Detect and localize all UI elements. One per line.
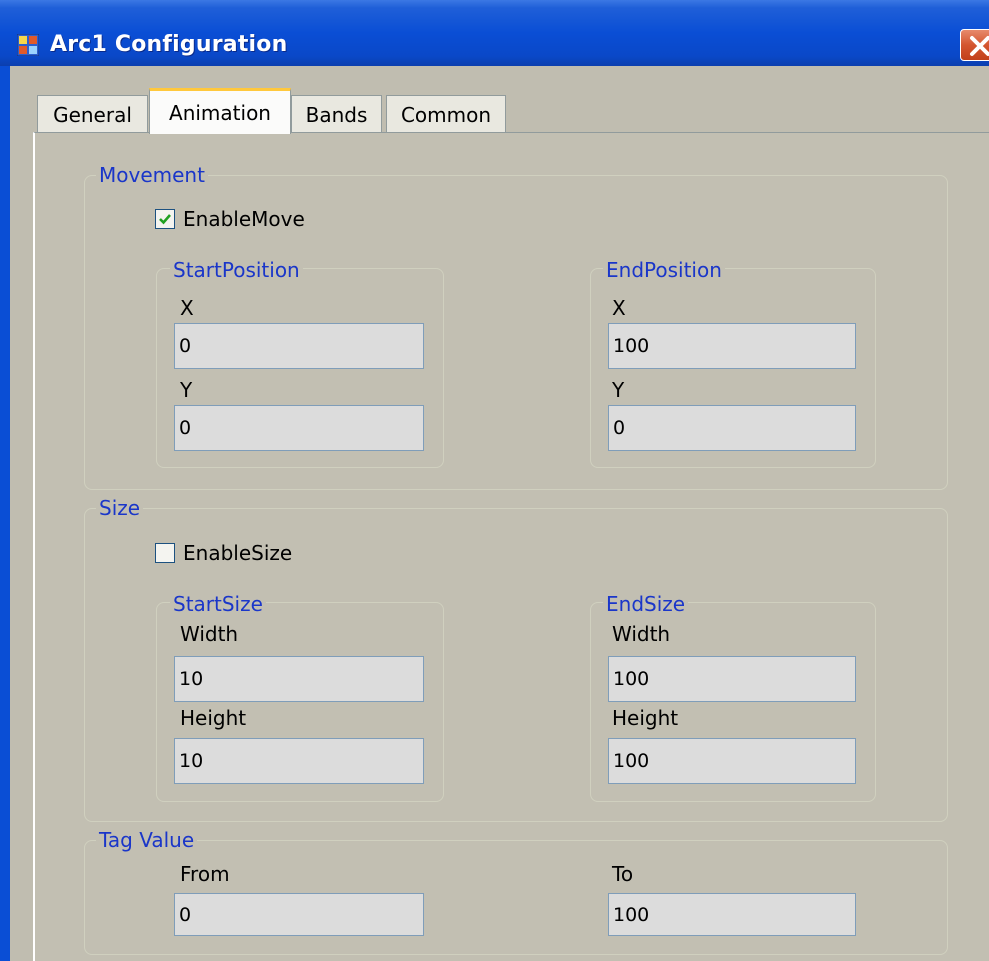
tab-general[interactable]: General xyxy=(37,95,148,133)
start-y-input[interactable] xyxy=(174,405,424,451)
close-icon xyxy=(970,36,989,56)
end-size-title: EndSize xyxy=(603,592,689,616)
to-input[interactable] xyxy=(608,893,856,936)
to-label: To xyxy=(612,862,634,886)
end-height-label: Height xyxy=(612,706,679,730)
end-x-label: X xyxy=(612,296,626,320)
from-label: From xyxy=(180,862,230,886)
enable-size-label[interactable]: EnableSize xyxy=(183,541,292,565)
from-input[interactable] xyxy=(174,893,424,936)
start-width-input[interactable] xyxy=(174,656,424,702)
start-y-label: Y xyxy=(180,378,193,402)
end-height-input[interactable] xyxy=(608,738,856,784)
tab-common[interactable]: Common xyxy=(386,95,506,133)
start-height-label: Height xyxy=(180,706,247,730)
window-title: Arc1 Configuration xyxy=(50,32,288,57)
window-frame-left xyxy=(0,66,10,961)
start-x-label: X xyxy=(180,296,194,320)
start-x-input[interactable] xyxy=(174,323,424,369)
start-height-input[interactable] xyxy=(174,738,424,784)
close-button[interactable] xyxy=(960,29,989,61)
start-width-label: Width xyxy=(180,622,239,646)
title-bar[interactable]: Arc1 Configuration xyxy=(0,0,989,66)
tag-value-group-title: Tag Value xyxy=(96,828,198,852)
end-width-input[interactable] xyxy=(608,656,856,702)
size-group-title: Size xyxy=(96,496,144,520)
end-width-label: Width xyxy=(612,622,671,646)
end-y-input[interactable] xyxy=(608,405,856,451)
checkmark-icon xyxy=(159,214,171,225)
end-position-title: EndPosition xyxy=(603,258,725,282)
tab-animation[interactable]: Animation xyxy=(149,88,291,134)
start-position-title: StartPosition xyxy=(170,258,303,282)
end-x-input[interactable] xyxy=(608,323,856,369)
enable-size-checkbox[interactable] xyxy=(155,543,175,563)
enable-move-label[interactable]: EnableMove xyxy=(183,207,305,231)
end-y-label: Y xyxy=(612,378,625,402)
app-window-icon xyxy=(16,33,40,57)
start-size-title: StartSize xyxy=(170,592,266,616)
movement-group-title: Movement xyxy=(96,163,208,187)
enable-move-checkbox[interactable] xyxy=(155,209,175,229)
tab-bands[interactable]: Bands xyxy=(291,95,382,133)
